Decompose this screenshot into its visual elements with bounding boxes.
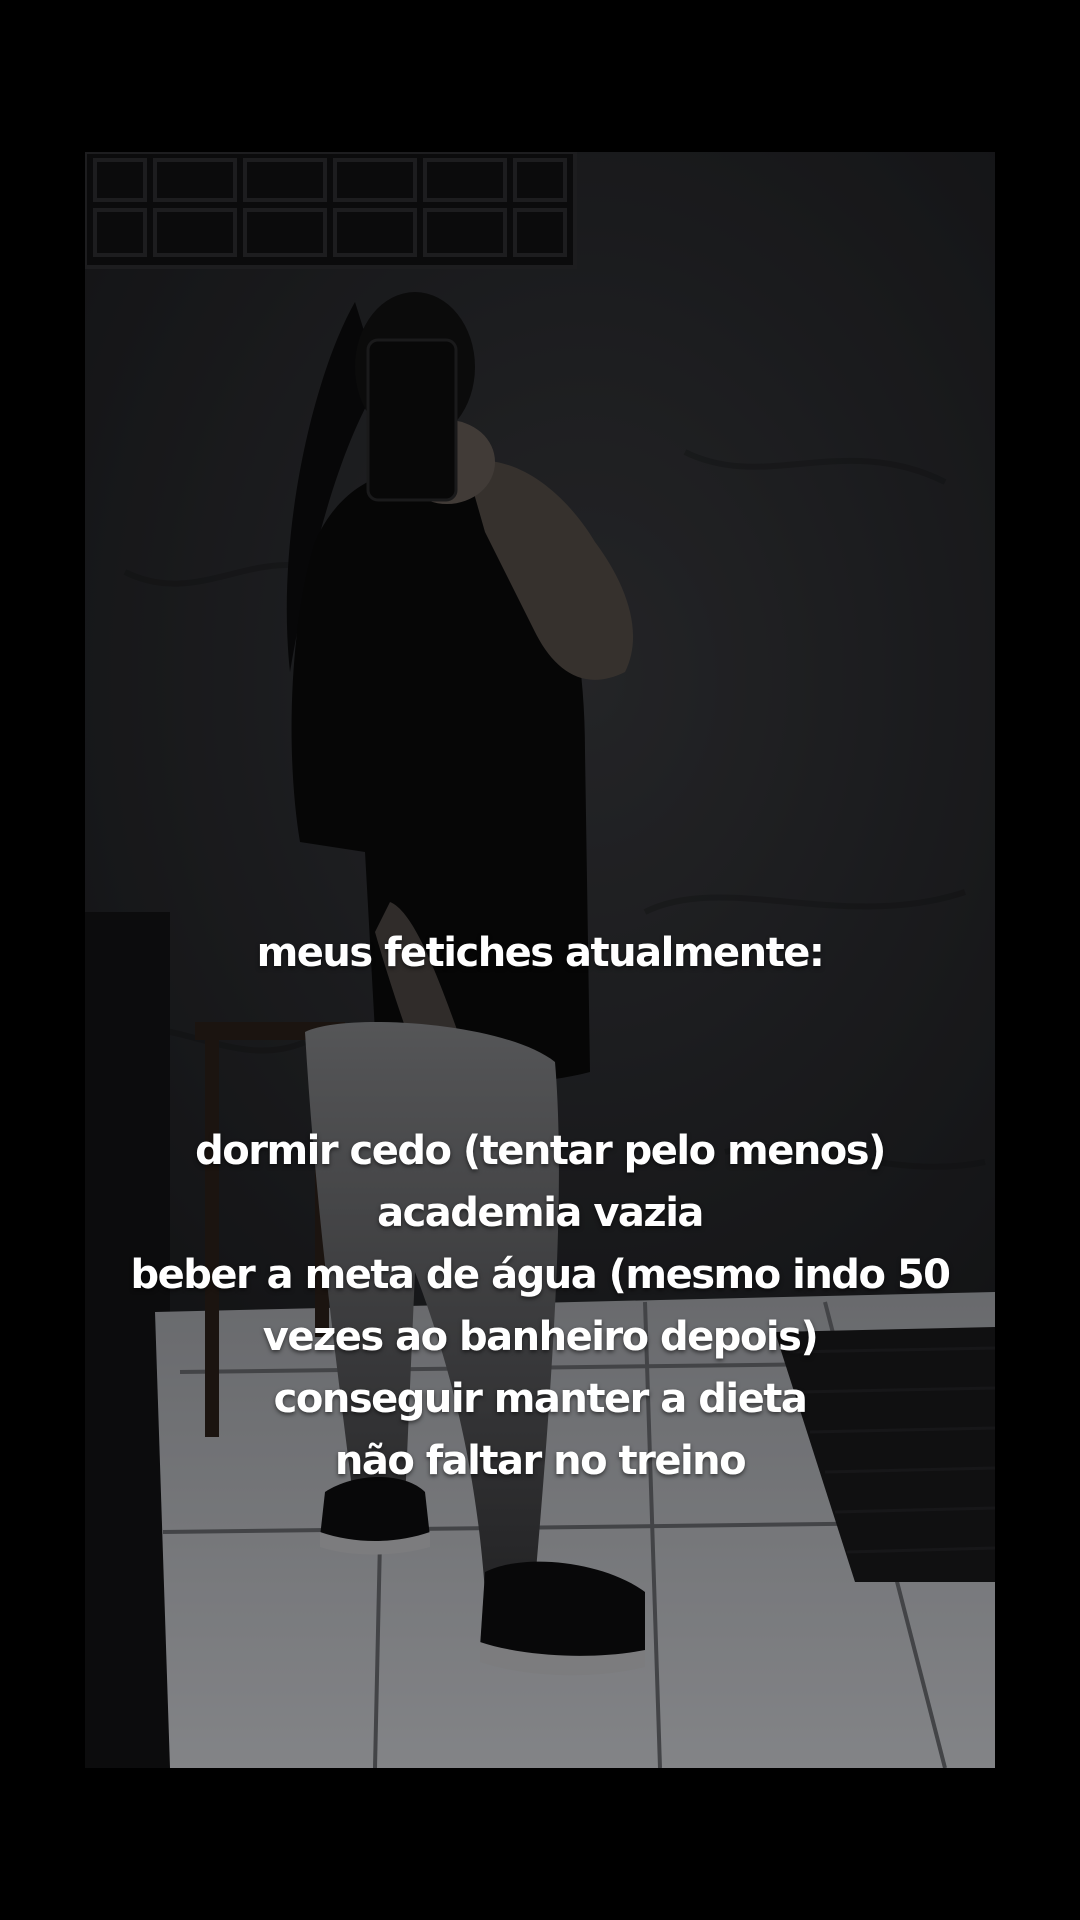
story-heading: meus fetiches atualmente: bbox=[256, 930, 825, 976]
story-line: dormir cedo (tentar pelo menos) bbox=[195, 1128, 886, 1174]
story-text-list: dormir cedo (tentar pelo menos) academia… bbox=[0, 1120, 1080, 1492]
story-line: vezes ao banheiro depois) bbox=[262, 1314, 819, 1360]
story-line: beber a meta de água (mesmo indo 50 bbox=[130, 1252, 951, 1298]
story-line: academia vazia bbox=[377, 1190, 704, 1236]
story-line: conseguir manter a dieta bbox=[273, 1376, 808, 1422]
story-line: não faltar no treino bbox=[334, 1438, 747, 1484]
